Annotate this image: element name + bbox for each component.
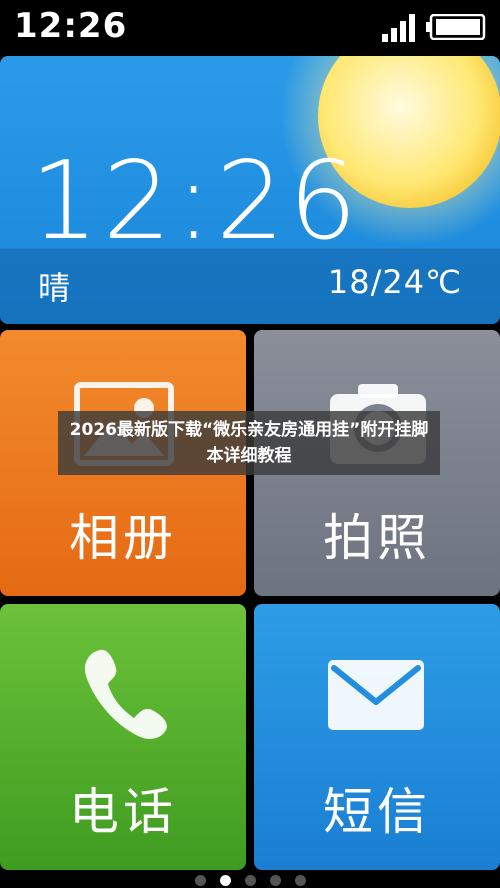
mail-icon	[328, 660, 424, 730]
album-label: 相册	[69, 509, 177, 567]
overlay-banner[interactable]: 2026最新版下载“微乐亲友房通用挂”附开挂脚本详细教程	[58, 411, 440, 475]
weather-footer: 晴 18/24℃	[0, 248, 500, 324]
weather-condition: 晴	[38, 269, 71, 307]
sms-label: 短信	[323, 783, 431, 841]
phone-label: 电话	[69, 783, 177, 841]
phone-icon	[84, 649, 167, 739]
page-dot[interactable]	[269, 874, 281, 886]
weather-temperature: 18/24℃	[327, 263, 462, 301]
page-dot[interactable]	[244, 874, 256, 886]
page-indicator	[0, 872, 500, 888]
camera-label: 拍照	[323, 509, 431, 567]
weather-widget[interactable]: 12:26 晴 18/24℃	[0, 56, 500, 324]
signal-icon	[382, 14, 415, 42]
status-time: 12:26	[14, 6, 128, 46]
weather-clock: 12:26	[30, 139, 362, 264]
phone-tile[interactable]: 电话	[0, 604, 246, 870]
status-bar: 12:26	[0, 0, 500, 52]
battery-icon	[426, 14, 486, 40]
page-dot[interactable]	[194, 874, 206, 886]
banner-text: 2026最新版下载“微乐亲友房通用挂”附开挂脚本详细教程	[69, 420, 429, 466]
sms-tile[interactable]: 短信	[254, 604, 500, 870]
page-dot[interactable]	[294, 874, 306, 886]
page-dot-active[interactable]	[219, 874, 231, 886]
